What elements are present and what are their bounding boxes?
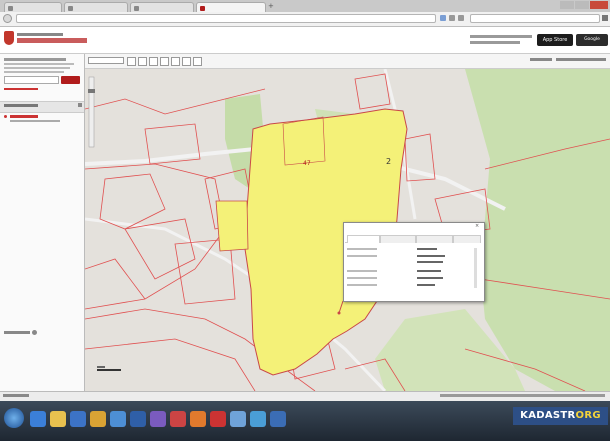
maximize-button[interactable] — [575, 1, 589, 9]
public-cadastral-map-link[interactable] — [556, 58, 606, 61]
footer-links[interactable] — [440, 394, 605, 397]
cadastral-number-input[interactable] — [4, 76, 59, 84]
area-icon[interactable] — [138, 57, 147, 66]
minimize-button[interactable] — [560, 1, 574, 9]
firefox-icon[interactable] — [190, 411, 206, 427]
favicon-icon — [8, 5, 13, 11]
browser-search-input[interactable] — [470, 14, 600, 23]
popup-row-area — [347, 268, 479, 274]
popup-tab-info[interactable] — [347, 235, 380, 243]
layer-select[interactable] — [88, 57, 124, 64]
result-marker-icon — [4, 115, 7, 118]
favicon-icon — [68, 5, 73, 11]
popup-tab-characteristics[interactable] — [380, 235, 416, 243]
link-icon[interactable] — [171, 57, 180, 66]
outlook-icon[interactable] — [70, 411, 86, 427]
google-play-button[interactable]: Google — [576, 34, 608, 46]
popup-row-ownership — [347, 282, 479, 288]
search-hint-text-4 — [4, 71, 64, 73]
skype-icon[interactable] — [250, 411, 266, 427]
zoom-handle[interactable] — [88, 89, 95, 93]
ie-icon[interactable] — [30, 411, 46, 427]
app-store-button[interactable]: App Store — [537, 34, 573, 46]
collapse-icon[interactable] — [78, 103, 82, 107]
layers-icon[interactable] — [182, 57, 191, 66]
popup-row-status — [347, 246, 479, 252]
pan-icon[interactable] — [149, 57, 158, 66]
find-button[interactable] — [61, 76, 80, 84]
home-icon[interactable] — [458, 15, 464, 21]
address-bar[interactable] — [16, 14, 436, 23]
browser-tab[interactable] — [4, 2, 62, 12]
search-hint-text-3 — [4, 67, 70, 69]
start-button[interactable] — [4, 408, 24, 428]
scale-bar — [97, 369, 121, 371]
browser-tab[interactable] — [64, 2, 128, 12]
search-hint-text-2 — [4, 63, 74, 65]
ruler-icon[interactable] — [127, 57, 136, 66]
popup-scrollbar[interactable] — [474, 248, 477, 288]
coordinates-readout — [3, 394, 29, 397]
opera-icon[interactable] — [170, 411, 186, 427]
scale-bar-label — [97, 366, 105, 368]
favicon-icon — [134, 5, 139, 11]
found-objects-title — [4, 104, 38, 107]
advanced-search-link[interactable] — [4, 88, 38, 90]
adjacent-parcel[interactable] — [215, 200, 249, 252]
favorites-icon[interactable] — [32, 330, 37, 335]
popup-row-address-2 — [347, 259, 479, 265]
browser-tab-active[interactable] — [196, 2, 266, 12]
popup-close-icon[interactable]: × — [475, 224, 480, 229]
explorer-icon[interactable] — [50, 411, 66, 427]
app-icon-2[interactable] — [270, 411, 286, 427]
popup-title — [345, 224, 477, 230]
emblem-icon — [4, 31, 14, 45]
browser-tab[interactable] — [130, 2, 194, 12]
bookmark-star-icon[interactable] — [440, 15, 446, 21]
draw-icon[interactable] — [193, 57, 202, 66]
chrome-icon[interactable] — [90, 411, 106, 427]
media-icon[interactable] — [110, 411, 126, 427]
legend-link[interactable] — [530, 58, 552, 61]
popup-row-cost — [347, 275, 479, 281]
search-hint-text — [4, 58, 66, 61]
found-objects-header — [0, 101, 84, 113]
selection-marker — [337, 311, 341, 315]
menu-icon[interactable] — [602, 15, 608, 21]
kadastr-org-watermark: KADASTRORG — [513, 407, 608, 425]
window-icon[interactable] — [230, 411, 246, 427]
download-icon[interactable] — [449, 15, 455, 21]
word-icon[interactable] — [130, 411, 146, 427]
favicon-icon — [200, 5, 205, 11]
close-window-button[interactable] — [590, 1, 608, 9]
back-button[interactable] — [3, 14, 12, 23]
app-title — [17, 38, 87, 43]
popup-tab-services[interactable] — [453, 235, 481, 243]
app-supertitle — [17, 33, 63, 36]
zoom-slider[interactable] — [88, 76, 95, 148]
favorites-label — [4, 331, 30, 334]
new-tab-icon[interactable]: + — [268, 3, 275, 10]
parcel-label: 47 — [303, 160, 311, 167]
pdf-icon[interactable] — [210, 411, 226, 427]
app-icon[interactable] — [150, 411, 166, 427]
print-icon[interactable] — [160, 57, 169, 66]
parcel-number: 2 — [386, 157, 391, 166]
result-address — [10, 120, 60, 122]
result-link[interactable] — [10, 115, 38, 118]
mobile-promo-text-2 — [470, 41, 520, 44]
popup-tab-encumbrances[interactable] — [416, 235, 453, 243]
mobile-promo-text — [470, 35, 532, 38]
